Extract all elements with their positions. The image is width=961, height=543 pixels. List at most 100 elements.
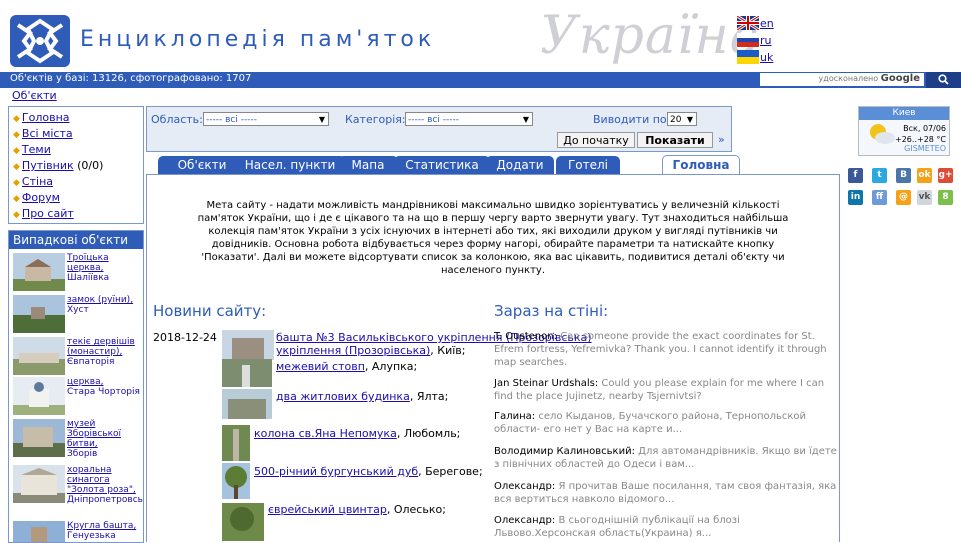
guide-count: (0/0) xyxy=(77,159,104,172)
news-date: 2018-12-24 xyxy=(153,331,217,344)
odnoklassniki-icon[interactable]: ok xyxy=(917,168,932,183)
lang-uk-link[interactable]: uk xyxy=(760,51,773,64)
to-start-button[interactable]: До початку xyxy=(557,132,635,148)
nav-item-home[interactable]: ◆ Головна xyxy=(13,111,70,124)
gismeteo-brand: GISMETEO xyxy=(904,144,946,153)
nav-item-guide[interactable]: ◆ Путівник (0/0) xyxy=(13,159,103,172)
main-nav: ◆ Головна ◆ Всі міста ◆ Теми ◆ Путівник (0/0… xyxy=(8,106,144,224)
oak-thumbnail[interactable] xyxy=(222,463,250,499)
ua-flag-icon xyxy=(737,50,759,64)
tab-statistics[interactable]: Статистика xyxy=(394,156,490,174)
random-item[interactable]: текіє дервішів (монастир), Євпаторія xyxy=(13,337,141,379)
news-link[interactable]: два житлових будинка xyxy=(276,390,410,403)
lang-uk[interactable]: uk xyxy=(737,50,773,64)
random-objects-panel: Випадкові об'єкти Троїцька церква, Шаліїв… xyxy=(8,230,144,543)
blogger-icon[interactable]: B xyxy=(896,168,911,183)
tab-map[interactable]: Мапа xyxy=(338,156,398,174)
facebook-icon[interactable]: f xyxy=(848,168,863,183)
church-thumbnail[interactable] xyxy=(13,253,65,291)
mailru-icon[interactable]: @ xyxy=(896,190,911,205)
random-item[interactable]: хоральна синагога "Золота роза", Дніпропе… xyxy=(13,465,143,517)
site-title[interactable]: Енциклопедія пам'яток xyxy=(80,27,435,52)
random-item[interactable]: музей Зборівської битви, Зборів xyxy=(13,419,141,463)
random-item[interactable]: замок (руїни), Хуст xyxy=(13,295,141,337)
google-watermark: удосконалено Google xyxy=(818,73,920,84)
news-link[interactable]: єврейський цвинтар xyxy=(268,503,387,516)
tab-home[interactable]: Головна xyxy=(662,155,740,175)
tab-objects[interactable]: Об'єкти xyxy=(158,156,246,174)
nav-item-about[interactable]: ◆ Про сайт xyxy=(13,207,74,220)
bullet-icon: ◆ xyxy=(13,130,20,140)
monastery-thumbnail[interactable] xyxy=(13,337,65,375)
wall-post[interactable]: Володимир Калиновський: Для автомандрівн… xyxy=(494,445,838,471)
wall-title: Зараз на стіні: xyxy=(494,302,609,320)
wall-post[interactable]: T. Oustenon: Can someone provide the exa… xyxy=(494,330,838,369)
chevron-down-icon: ▼ xyxy=(318,115,325,124)
tab-add[interactable]: Додати xyxy=(486,156,554,174)
wall-post[interactable]: Олександр: В сьогоднішній публікації на … xyxy=(494,514,838,540)
intro-text: Мета сайту - надати можливість мандрівни… xyxy=(197,200,789,276)
church-thumbnail[interactable] xyxy=(13,377,65,415)
friendfeed-icon[interactable]: ff xyxy=(872,190,887,205)
lang-en[interactable]: en xyxy=(737,16,774,30)
show-button[interactable]: Показати xyxy=(637,132,713,148)
news-link[interactable]: 500-річний бургунський дуб xyxy=(254,465,418,478)
news-title: Новини сайту: xyxy=(153,302,267,320)
wall-post[interactable]: Jan Steinar Urdshals: Could you please e… xyxy=(494,377,838,403)
news-link-cont[interactable]: укріплення (Прозорівська) xyxy=(276,344,430,357)
nav-item-topics[interactable]: ◆ Теми xyxy=(13,143,51,156)
twitter-icon[interactable]: t xyxy=(872,168,887,183)
lang-en-link[interactable]: en xyxy=(760,17,774,30)
chevron-down-icon: ▼ xyxy=(686,115,693,124)
castle-thumbnail[interactable] xyxy=(13,295,65,333)
chevron-down-icon: ▼ xyxy=(522,115,529,124)
google-plus-icon[interactable]: g+ xyxy=(938,168,953,183)
filter-form: Область: ----- всі ----- ▼ Категорія: ---… xyxy=(146,106,732,152)
wall-post[interactable]: Галина: село Кыданов, Бучачского района,… xyxy=(494,410,838,436)
cemetery-thumbnail[interactable] xyxy=(222,503,264,541)
column-thumbnail[interactable] xyxy=(222,425,250,461)
share-icon[interactable]: 8 xyxy=(938,190,953,205)
news-link[interactable]: межевий стовп xyxy=(276,360,365,373)
news-link[interactable]: колона св.Яна Непомука xyxy=(254,427,397,440)
weather-widget[interactable]: Киев Вск, 07/06 +26..+28 °С GISMETEO xyxy=(858,106,950,156)
bullet-icon: ◆ xyxy=(13,114,20,124)
weather-date: Вск, 07/06 xyxy=(903,124,946,133)
nav-item-wall[interactable]: ◆ Стіна xyxy=(13,175,53,188)
bullet-icon: ◆ xyxy=(13,162,20,172)
weather-temp: +26..+28 °С xyxy=(895,135,946,144)
random-item[interactable]: церква, Стара Чорторія xyxy=(13,377,141,417)
region-select[interactable]: ----- всі ----- ▼ xyxy=(203,112,329,126)
wall-post[interactable]: Олександр: Я прочитав Ваше посилання, та… xyxy=(494,480,838,506)
lang-ru-link[interactable]: ru xyxy=(760,34,772,47)
tab-hotels[interactable]: Готелі xyxy=(556,156,620,174)
uk-flag-icon xyxy=(737,16,759,30)
museum-thumbnail[interactable] xyxy=(13,419,65,457)
ukraina-wordmark: Україна xyxy=(540,6,762,66)
google-search-input[interactable]: удосконалено Google xyxy=(760,73,924,86)
stats-bar: Об'єктів у базі: 13126, сфотографовано: … xyxy=(0,72,961,88)
bullet-icon: ◆ xyxy=(13,210,20,220)
tower-thumbnail[interactable] xyxy=(222,330,274,360)
random-item[interactable]: Кругла башта, Генуезька xyxy=(13,521,141,543)
random-item[interactable]: Троїцька церква, Шаліївка xyxy=(13,253,141,293)
breadcrumb-objects[interactable]: Об'єкти xyxy=(12,89,57,102)
search-button[interactable] xyxy=(926,72,961,88)
lang-ru[interactable]: ru xyxy=(737,33,772,47)
weather-city: Киев xyxy=(859,107,949,120)
building-thumbnail[interactable] xyxy=(222,389,272,419)
partly-sunny-icon xyxy=(870,124,895,144)
category-select[interactable]: ----- всі ----- ▼ xyxy=(405,112,533,126)
synagogue-thumbnail[interactable] xyxy=(13,465,65,503)
nav-item-forum[interactable]: ◆ Форум xyxy=(13,191,60,204)
per-page-select[interactable]: 20 ▼ xyxy=(667,112,697,126)
nav-item-all-cities[interactable]: ◆ Всі міста xyxy=(13,127,73,140)
vk-icon[interactable]: vk xyxy=(917,190,932,205)
linkedin-icon[interactable]: in xyxy=(848,190,863,205)
per-page-label: Виводити по: xyxy=(593,113,671,126)
tab-settlements[interactable]: Насел. пункти xyxy=(235,156,345,174)
more-filters-link[interactable]: » xyxy=(718,133,725,146)
site-logo[interactable] xyxy=(10,15,70,67)
tower-thumbnail[interactable] xyxy=(13,521,65,543)
pillar-thumbnail[interactable] xyxy=(222,359,272,387)
